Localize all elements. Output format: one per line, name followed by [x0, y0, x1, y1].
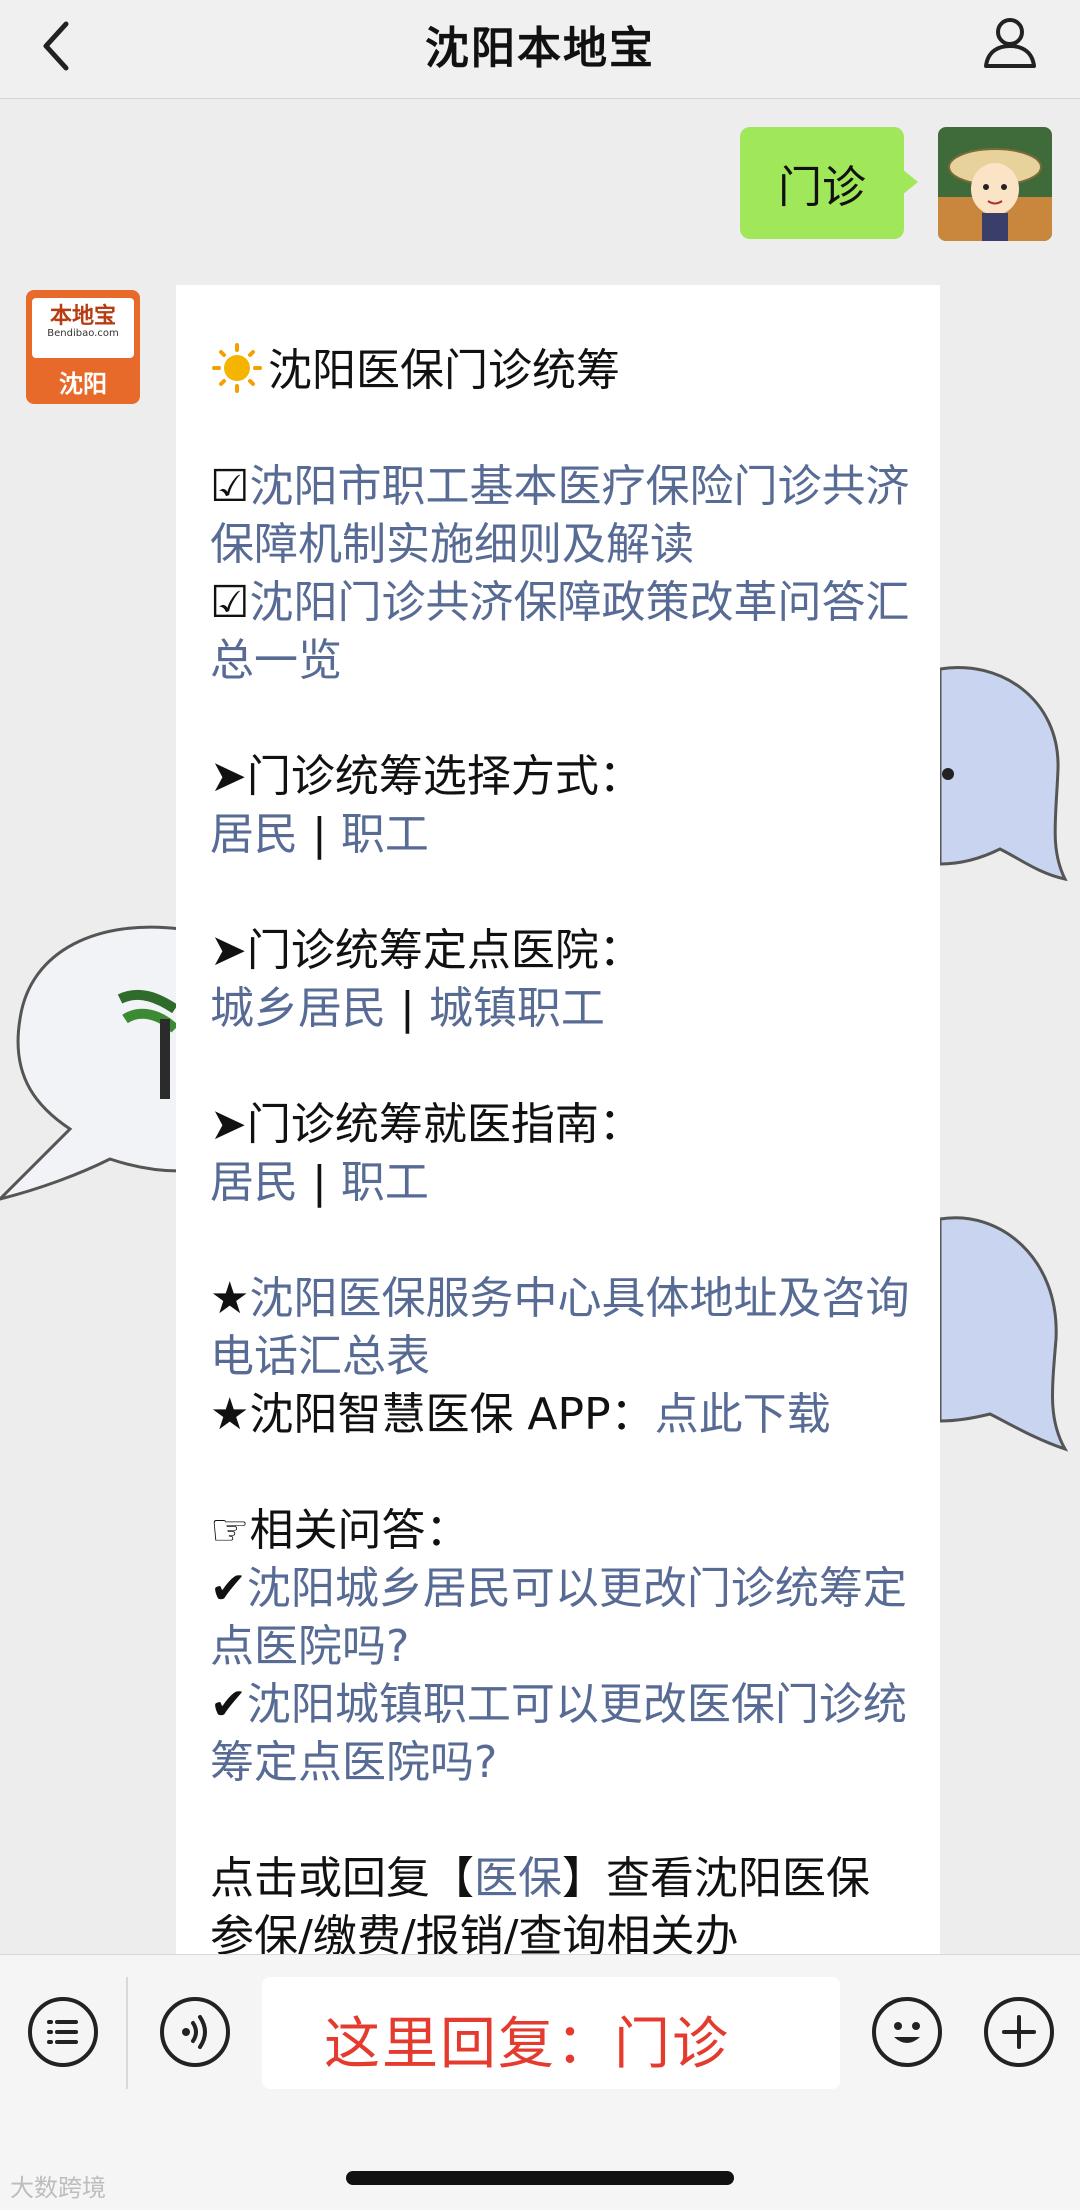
bot-avatar-brand: 本地宝: [49, 304, 116, 329]
link-qa-summary[interactable]: 沈阳门诊共济保障政策改革问答汇总一览: [210, 577, 909, 686]
title-bar: 沈阳本地宝: [0, 0, 1080, 99]
checkbox-icon: ☑: [210, 577, 250, 628]
pointing-hand-icon: ☞: [210, 1505, 250, 1556]
link-detail-rules[interactable]: 沈阳市职工基本医疗保险门诊共济保障机制实施细则及解读: [210, 461, 909, 570]
link-employees[interactable]: 职工: [341, 809, 429, 860]
link-qa-residents[interactable]: 沈阳城乡居民可以更改门诊统筹定点医院吗?: [210, 1563, 907, 1672]
qa-title: ☞相关问答：: [210, 1505, 470, 1556]
link-guide-residents[interactable]: 居民: [210, 1157, 298, 1208]
emoji-icon[interactable]: [872, 1997, 942, 2067]
sun-icon: [212, 343, 262, 393]
star-icon: ★: [210, 1273, 250, 1324]
section-links: 居民 | 职工: [210, 809, 429, 860]
message-input[interactable]: 这里回复：门诊: [262, 1977, 840, 2089]
check-icon: ✔: [210, 1679, 247, 1730]
qa-item[interactable]: ✔沈阳城乡居民可以更改门诊统筹定点医院吗?: [210, 1560, 910, 1676]
check-icon: ✔: [210, 1563, 247, 1614]
profile-icon[interactable]: [980, 12, 1040, 72]
link-guide-employees[interactable]: 职工: [341, 1157, 429, 1208]
link-urban-employees[interactable]: 城镇职工: [429, 983, 605, 1034]
link-service-center[interactable]: 沈阳医保服务中心具体地址及咨询电话汇总表: [210, 1273, 909, 1382]
link-download-app[interactable]: 点此下载: [655, 1389, 831, 1440]
star-link-item: ★沈阳智慧医保 APP：点此下载: [210, 1389, 831, 1440]
bot-avatar-city: 沈阳: [59, 370, 107, 398]
background-balloon-art-right: [940, 666, 1068, 882]
bot-avatar[interactable]: 本地宝 Bendibao.com 沈阳: [26, 290, 140, 404]
user-avatar-image: [938, 127, 1052, 241]
section-title: ➤门诊统筹选择方式：: [210, 751, 643, 802]
background-balloon-art-right-2: [940, 1216, 1069, 1452]
star-link-item[interactable]: ★沈阳医保服务中心具体地址及咨询电话汇总表: [210, 1270, 910, 1386]
link-item[interactable]: ☑沈阳门诊共济保障政策改革问答汇总一览: [210, 574, 910, 690]
section-title: ➤门诊统筹定点医院：: [210, 925, 643, 976]
link-residents[interactable]: 居民: [210, 809, 298, 860]
message-input-text: 这里回复：门诊: [324, 2012, 730, 2077]
plus-icon[interactable]: [984, 1997, 1054, 2067]
section-title: ➤门诊统筹就医指南：: [210, 1099, 643, 1150]
home-indicator[interactable]: [346, 2171, 734, 2185]
bot-avatar-sub: Bendibao.com: [47, 328, 119, 339]
page-title: 沈阳本地宝: [425, 23, 655, 74]
voice-icon[interactable]: [160, 1997, 230, 2067]
user-avatar[interactable]: [938, 127, 1052, 241]
article-heading: 沈阳医保门诊统筹: [210, 342, 910, 400]
background-balloon-art: [0, 925, 180, 1201]
link-item[interactable]: ☑沈阳市职工基本医疗保险门诊共济保障机制实施细则及解读: [210, 458, 910, 574]
qa-item[interactable]: ✔沈阳城镇职工可以更改医保门诊统筹定点医院吗?: [210, 1676, 910, 1792]
watermark: 大数跨境: [10, 2174, 106, 2202]
section-links: 居民 | 职工: [210, 1157, 429, 1208]
checkbox-icon: ☑: [210, 461, 250, 512]
menu-icon[interactable]: [28, 1997, 98, 2067]
input-bar: 这里回复：门诊: [0, 1954, 1080, 2210]
link-urban-rural-residents[interactable]: 城乡居民: [210, 983, 386, 1034]
footer-text: 点击或回复【医保】查看沈阳医保参保/缴费/报销/查询相关办: [210, 1853, 870, 1962]
incoming-message-content: 沈阳医保门诊统筹 ☑沈阳市职工基本医疗保险门诊共济保障机制实施细则及解读 ☑沈阳…: [210, 206, 910, 1966]
link-qa-employees[interactable]: 沈阳城镇职工可以更改医保门诊统筹定点医院吗?: [210, 1679, 907, 1788]
section-links: 城乡居民 | 城镇职工: [210, 983, 605, 1034]
link-yibao[interactable]: 医保: [474, 1853, 562, 1904]
